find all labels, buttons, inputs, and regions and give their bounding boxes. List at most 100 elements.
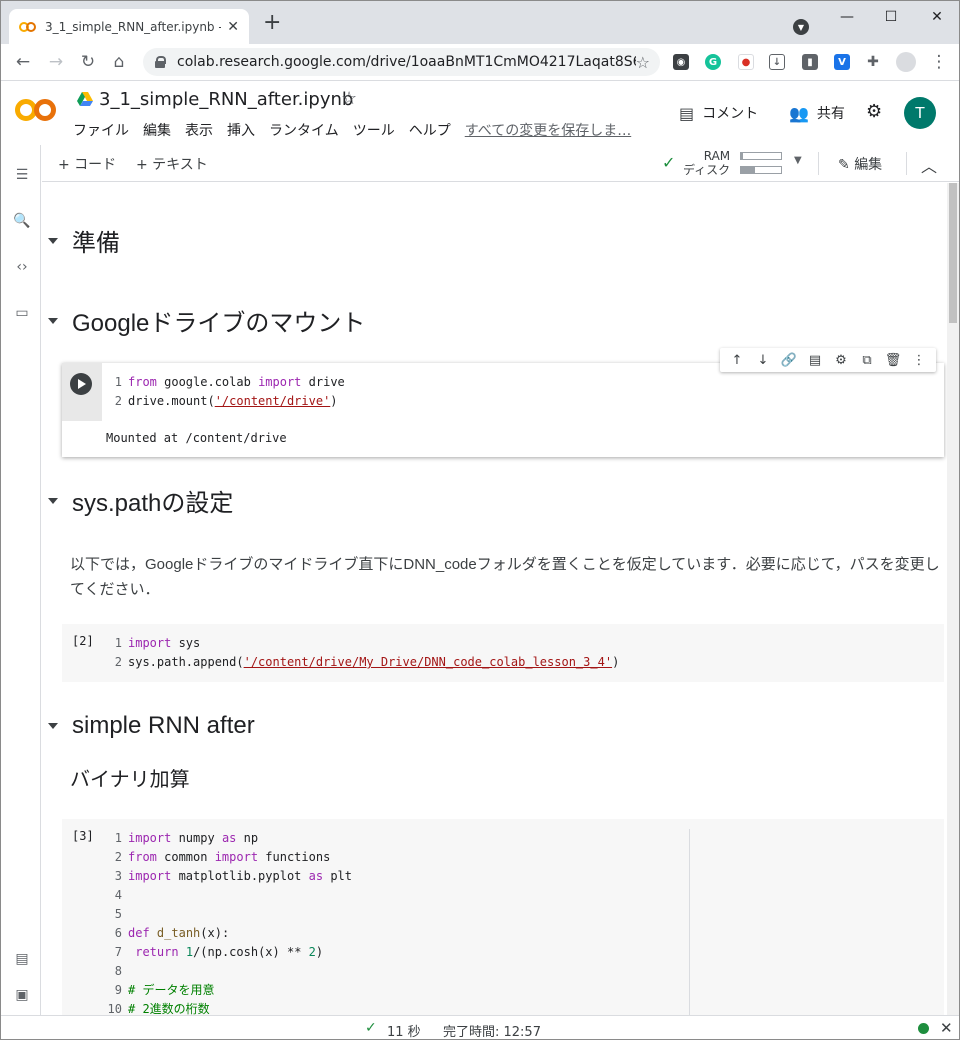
execution-duration: 11 秒 <box>387 1025 421 1040</box>
url-bar[interactable]: colab.research.google.com/drive/1oaaBnMT… <box>143 48 660 76</box>
toolbar-divider <box>818 152 819 175</box>
reload-button[interactable]: ↻ <box>78 52 98 72</box>
run-cell-button[interactable] <box>70 373 92 395</box>
comment-button[interactable]: ▤ コメント <box>679 103 758 123</box>
add-code-button[interactable]: + コード <box>58 154 116 174</box>
files-folder-icon[interactable]: ▭ <box>13 305 31 321</box>
table-of-contents-icon[interactable]: ☰ <box>13 167 31 183</box>
tab-title: 3_1_simple_RNN_after.ipynb - Co <box>45 19 221 34</box>
save-status-link[interactable]: すべての変更を保存しま… <box>465 120 631 140</box>
forward-button[interactable]: → <box>46 52 66 72</box>
record-extension-icon[interactable]: ● <box>738 54 754 70</box>
code-line: 1 import numpy as np <box>114 831 259 845</box>
tab-search-icon[interactable]: ▼ <box>793 19 809 35</box>
move-up-icon[interactable]: ↑ <box>727 353 747 368</box>
collapse-header-icon[interactable]: ︿ <box>921 153 937 177</box>
edit-mode-button[interactable]: ✎ 編集 <box>838 154 882 174</box>
more-options-icon[interactable]: ⋮ <box>909 353 929 368</box>
section-header[interactable]: sys.pathの設定 <box>42 483 233 518</box>
line-length-ruler <box>689 829 690 1015</box>
search-icon[interactable]: 🔍 <box>13 213 31 229</box>
resource-labels[interactable]: RAM ディスク <box>683 149 730 177</box>
command-palette-icon[interactable]: ▤ <box>13 951 31 967</box>
mirror-cell-icon[interactable]: ⧉ <box>857 353 877 368</box>
people-icon: 👥 <box>789 103 809 123</box>
browser-menu-icon[interactable]: ⋮ <box>929 52 949 72</box>
status-bar: ✓ 11 秒 完了時間: 12:57 ✕ <box>1 1015 959 1040</box>
menu-edit[interactable]: 編集 <box>143 120 171 140</box>
share-button[interactable]: 👥 共有 <box>789 103 845 123</box>
code-cell[interactable]: 1 from google.colab import drive 2 drive.m… <box>62 363 944 457</box>
add-text-button[interactable]: + テキスト <box>136 154 208 174</box>
bookmark-star-icon[interactable]: ☆ <box>636 53 650 72</box>
code-snippets-icon[interactable]: ‹› <box>13 259 31 275</box>
grammarly-extension-icon[interactable]: G <box>705 54 721 70</box>
notebook-scrollbar[interactable] <box>947 183 959 1015</box>
new-tab-button[interactable]: + <box>263 12 281 34</box>
extensions-puzzle-icon[interactable]: ✚ <box>865 54 881 70</box>
ram-meter[interactable] <box>740 152 782 160</box>
browser-window: 3_1_simple_RNN_after.ipynb - Co ✕ + ▼ — … <box>0 0 960 1040</box>
text-cell-subheading[interactable]: バイナリ加算 <box>70 763 190 792</box>
ram-label: RAM <box>703 149 731 163</box>
code-line: 6 def d_tanh(x): <box>114 926 230 940</box>
comment-label: コメント <box>702 106 759 122</box>
avatar[interactable]: T <box>904 97 936 129</box>
link-icon[interactable]: 🔗 <box>779 353 799 368</box>
collapse-section-icon[interactable] <box>48 237 58 244</box>
v-extension-icon[interactable]: V <box>834 54 850 70</box>
code-editor[interactable]: 1 import numpy as np 2 from common import … <box>102 829 352 1015</box>
minimize-button[interactable]: — <box>837 9 857 25</box>
terminal-icon[interactable]: ▣ <box>13 987 31 1003</box>
menu-file[interactable]: ファイル <box>73 120 129 140</box>
disk-meter[interactable] <box>740 166 782 174</box>
code-line: 1 import sys <box>114 636 201 650</box>
section-header[interactable]: simple RNN after <box>42 712 255 740</box>
colab-favicon-icon <box>19 21 37 33</box>
window-close-button[interactable]: ✕ <box>927 9 947 25</box>
text-cell[interactable]: 以下では，Googleドライブのマイドライブ直下にDNN_codeフォルダを置く… <box>70 552 940 602</box>
barcode-extension-icon[interactable]: ▮ <box>802 54 818 70</box>
connection-status-dot <box>918 1023 929 1034</box>
comment-cell-icon[interactable]: ▤ <box>805 353 825 368</box>
delete-cell-icon[interactable]: 🗑 <box>883 353 903 368</box>
code-cell[interactable]: [3] 1 import numpy as np 2 from common imp… <box>62 819 944 1015</box>
code-line: 1 from google.colab import drive <box>114 375 345 389</box>
code-cell[interactable]: [2] 1 import sys 2 sys.path.append('/conte… <box>62 624 944 682</box>
collapse-section-icon[interactable] <box>48 317 58 324</box>
menu-help[interactable]: ヘルプ <box>409 120 451 140</box>
back-button[interactable]: ← <box>13 52 33 72</box>
incognito-extension-icon[interactable]: ◉ <box>673 54 689 70</box>
collapse-section-icon[interactable] <box>48 723 58 729</box>
code-editor[interactable]: 1 from google.colab import drive 2 drive.m… <box>102 373 345 411</box>
maximize-button[interactable]: ☐ <box>881 9 901 25</box>
execution-count: [2] <box>72 634 94 648</box>
menu-runtime[interactable]: ランタイム <box>269 120 339 140</box>
tab-close-icon[interactable]: ✕ <box>227 19 239 35</box>
collapse-section-icon[interactable] <box>48 497 58 504</box>
menu-tools[interactable]: ツール <box>353 120 395 140</box>
close-status-icon[interactable]: ✕ <box>940 1019 953 1037</box>
menu-view[interactable]: 表示 <box>185 120 213 140</box>
download-extension-icon[interactable]: ↓ <box>769 54 785 70</box>
comment-icon: ▤ <box>679 103 695 123</box>
menu-insert[interactable]: 挿入 <box>227 120 255 140</box>
colab-logo[interactable] <box>15 96 59 124</box>
section-title: Googleドライブのマウント <box>72 310 366 337</box>
home-button[interactable]: ⌂ <box>109 52 129 72</box>
disk-label: ディスク <box>683 163 731 177</box>
browser-tab[interactable]: 3_1_simple_RNN_after.ipynb - Co ✕ <box>9 9 249 44</box>
google-drive-icon[interactable] <box>77 92 93 106</box>
settings-gear-icon[interactable]: ⚙ <box>866 101 882 122</box>
notebook-title[interactable]: 3_1_simple_RNN_after.ipynb <box>99 89 353 110</box>
cell-settings-icon[interactable]: ⚙ <box>831 353 851 368</box>
code-editor[interactable]: 1 import sys 2 sys.path.append('/content/d… <box>102 634 620 672</box>
section-header[interactable]: 準備 <box>42 223 120 258</box>
profile-icon[interactable] <box>896 52 916 72</box>
scrollbar-thumb[interactable] <box>949 183 957 323</box>
star-notebook-icon[interactable]: ☆ <box>341 88 357 109</box>
section-header[interactable]: Googleドライブのマウント <box>42 303 365 338</box>
move-down-icon[interactable]: ↓ <box>753 353 773 368</box>
lock-icon[interactable] <box>155 56 166 68</box>
runtime-dropdown-icon[interactable]: ▼ <box>794 155 802 166</box>
